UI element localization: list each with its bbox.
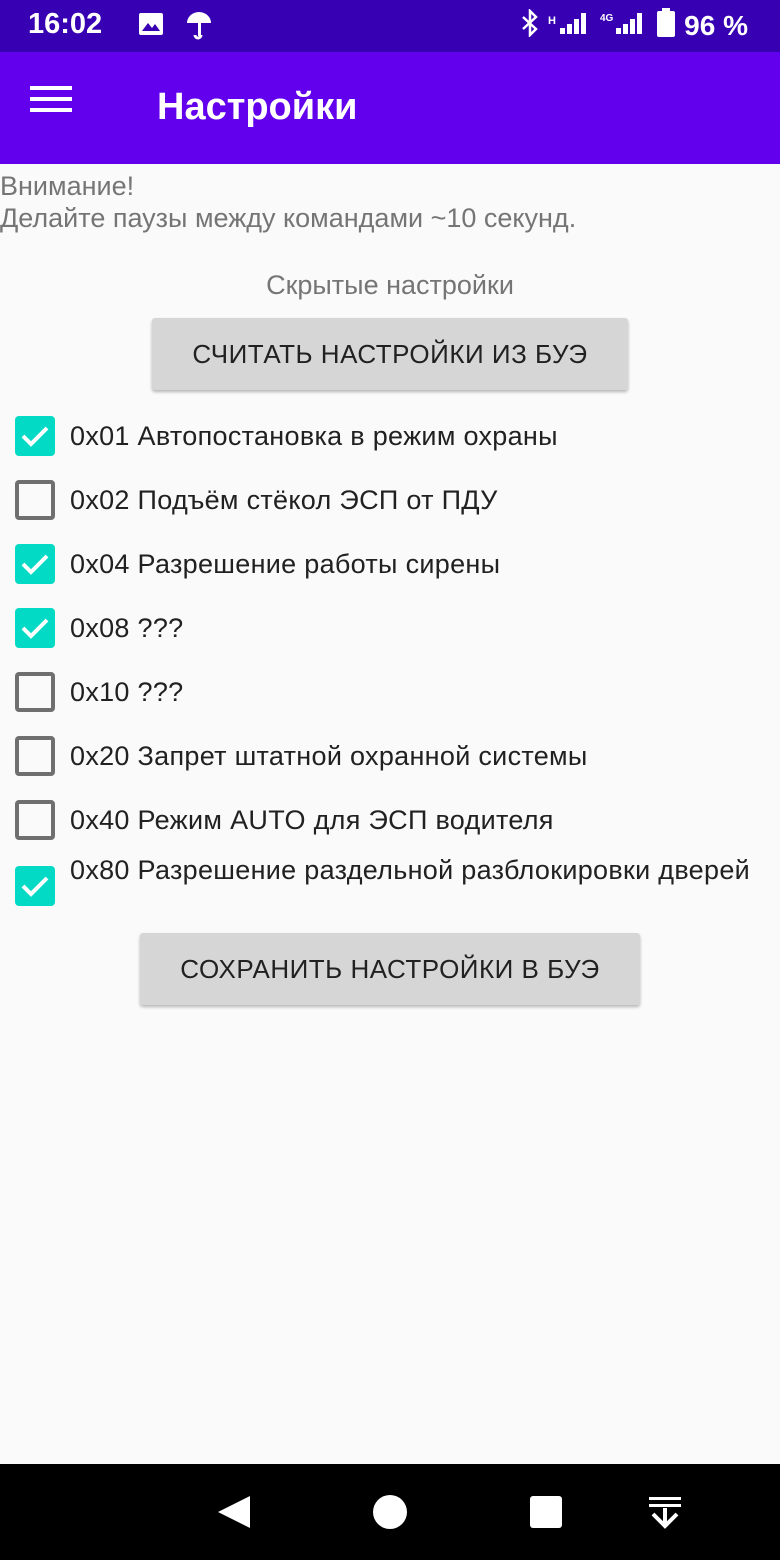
setting-label: 0x02 Подъём стёкол ЭСП от ПДУ bbox=[70, 485, 498, 515]
hidden-settings-label: Скрытые настройки bbox=[266, 270, 514, 300]
bluetooth-icon bbox=[520, 7, 540, 42]
hamburger-menu-icon bbox=[30, 86, 72, 112]
setting-label: 0x10 ??? bbox=[70, 677, 184, 707]
checkmark-icon bbox=[21, 554, 49, 575]
setting-0x02[interactable]: 0x02 Подъём стёкол ЭСП от ПДУ bbox=[0, 480, 780, 520]
signal-4g-icon: 4G bbox=[600, 10, 648, 41]
recents-button[interactable] bbox=[522, 1488, 570, 1536]
setting-label: 0x01 Автопостановка в режим охраны bbox=[70, 421, 558, 451]
setting-0x08[interactable]: 0x08 ??? bbox=[0, 608, 780, 648]
page-title: Настройки bbox=[157, 86, 358, 128]
setting-label: 0x08 ??? bbox=[70, 613, 184, 643]
checkbox[interactable] bbox=[15, 800, 55, 840]
signal-h-icon: H bbox=[548, 10, 592, 41]
setting-label: 0x20 Запрет штатной охранной системы bbox=[70, 741, 588, 771]
umbrella-icon bbox=[185, 11, 213, 46]
warning-title: Внимание! bbox=[0, 171, 135, 201]
svg-text:4G: 4G bbox=[600, 13, 614, 24]
save-settings-button[interactable]: СОХРАНИТЬ НАСТРОЙКИ В БУЭ bbox=[140, 933, 640, 1005]
checkmark-icon bbox=[21, 618, 49, 639]
checkbox[interactable] bbox=[15, 608, 55, 648]
setting-0x04[interactable]: 0x04 Разрешение работы сирены bbox=[0, 544, 780, 584]
home-icon bbox=[373, 1495, 407, 1529]
back-button[interactable] bbox=[210, 1488, 258, 1536]
battery-percent: 96 % bbox=[684, 9, 748, 41]
setting-0x20[interactable]: 0x20 Запрет штатной охранной системы bbox=[0, 736, 780, 776]
checkmark-icon bbox=[21, 876, 49, 897]
checkbox[interactable] bbox=[15, 544, 55, 584]
setting-label: 0x80 Разрешение раздельной разблокировки… bbox=[70, 855, 751, 885]
back-icon bbox=[218, 1496, 250, 1528]
checkbox[interactable] bbox=[15, 672, 55, 712]
setting-label: 0x40 Режим AUTO для ЭСП водителя bbox=[70, 805, 554, 835]
setting-label: 0x04 Разрешение работы сирены bbox=[70, 549, 501, 579]
svg-text:H: H bbox=[548, 15, 556, 27]
setting-0x10[interactable]: 0x10 ??? bbox=[0, 672, 780, 712]
checkbox[interactable] bbox=[15, 736, 55, 776]
checkmark-icon bbox=[21, 426, 49, 447]
battery-icon bbox=[656, 8, 676, 43]
warning-text: Делайте паузы между командами ~10 секунд… bbox=[0, 203, 577, 233]
checkbox[interactable] bbox=[15, 416, 55, 456]
setting-0x01[interactable]: 0x01 Автопостановка в режим охраны bbox=[0, 416, 780, 456]
checkbox[interactable] bbox=[15, 480, 55, 520]
checkbox[interactable] bbox=[15, 866, 55, 906]
menu-button[interactable] bbox=[30, 84, 90, 132]
setting-0x80[interactable]: 0x80 Разрешение раздельной разблокировки… bbox=[0, 854, 780, 924]
setting-0x40[interactable]: 0x40 Режим AUTO для ЭСП водителя bbox=[0, 800, 780, 840]
status-bar: 16:02 H 4G 96 % bbox=[0, 0, 780, 52]
status-time: 16:02 bbox=[28, 8, 103, 40]
image-icon bbox=[138, 11, 164, 42]
notifications-pull-icon bbox=[649, 1497, 681, 1529]
home-button[interactable] bbox=[366, 1488, 414, 1536]
system-nav-bar bbox=[0, 1464, 780, 1560]
status-right-icons: H 4G 96 % bbox=[520, 7, 748, 43]
recents-icon bbox=[530, 1496, 562, 1528]
notifications-pull-button[interactable] bbox=[641, 1488, 689, 1536]
read-settings-button[interactable]: СЧИТАТЬ НАСТРОЙКИ ИЗ БУЭ bbox=[152, 318, 628, 390]
app-bar: Настройки bbox=[0, 52, 780, 164]
